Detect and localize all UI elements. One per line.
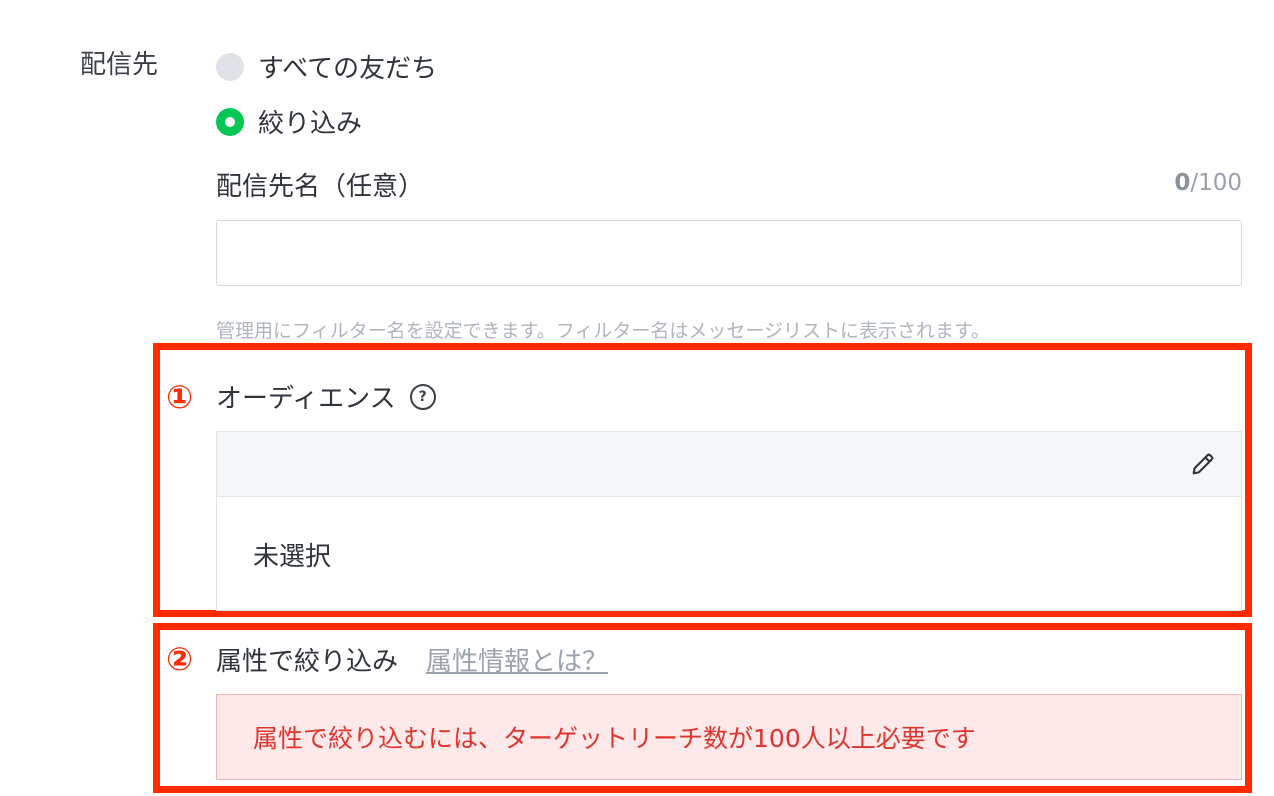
attribute-info-link[interactable]: 属性情報とは？ [426,641,608,678]
radio-option-all-friends[interactable]: すべての友だち [216,48,437,85]
annotation-marker-2: ② [166,640,194,678]
attributes-header: 属性で絞り込み 属性情報とは？ [216,641,608,678]
attributes-title: 属性で絞り込み [216,647,399,677]
radio-label-all-friends: すべての友だち [258,54,438,84]
char-max: /100 [1190,170,1242,196]
audience-header: オーディエンス ? [216,378,436,415]
delivery-section-label: 配信先 [80,50,159,80]
char-count: 0 [1174,170,1191,196]
annotation-marker-1: ① [166,378,194,416]
radio-selected-icon[interactable] [216,107,244,136]
warning-text: 属性で絞り込むには、ターゲットリーチ数が100人以上必要です [253,724,976,753]
delivery-name-input[interactable] [216,220,1242,286]
audience-card-header [217,432,1241,497]
radio-option-filter[interactable]: 絞り込み [216,103,362,140]
audience-value: 未選択 [253,542,332,572]
audience-title: オーディエンス [216,384,396,414]
audience-card: 未選択 [216,431,1242,611]
delivery-name-help-text: 管理用にフィルター名を設定できます。フィルター名はメッセージリストに表示されます… [216,320,991,342]
pencil-icon[interactable] [1189,450,1217,478]
radio-label-filter: 絞り込み [258,109,363,139]
question-circle-icon[interactable]: ? [409,383,436,410]
attributes-warning-alert: 属性で絞り込むには、ターゲットリーチ数が100人以上必要です [216,694,1242,780]
char-counter: 0/100 [1174,170,1242,196]
radio-unselected-icon[interactable] [216,52,244,81]
delivery-name-label: 配信先名（任意） [216,172,425,202]
